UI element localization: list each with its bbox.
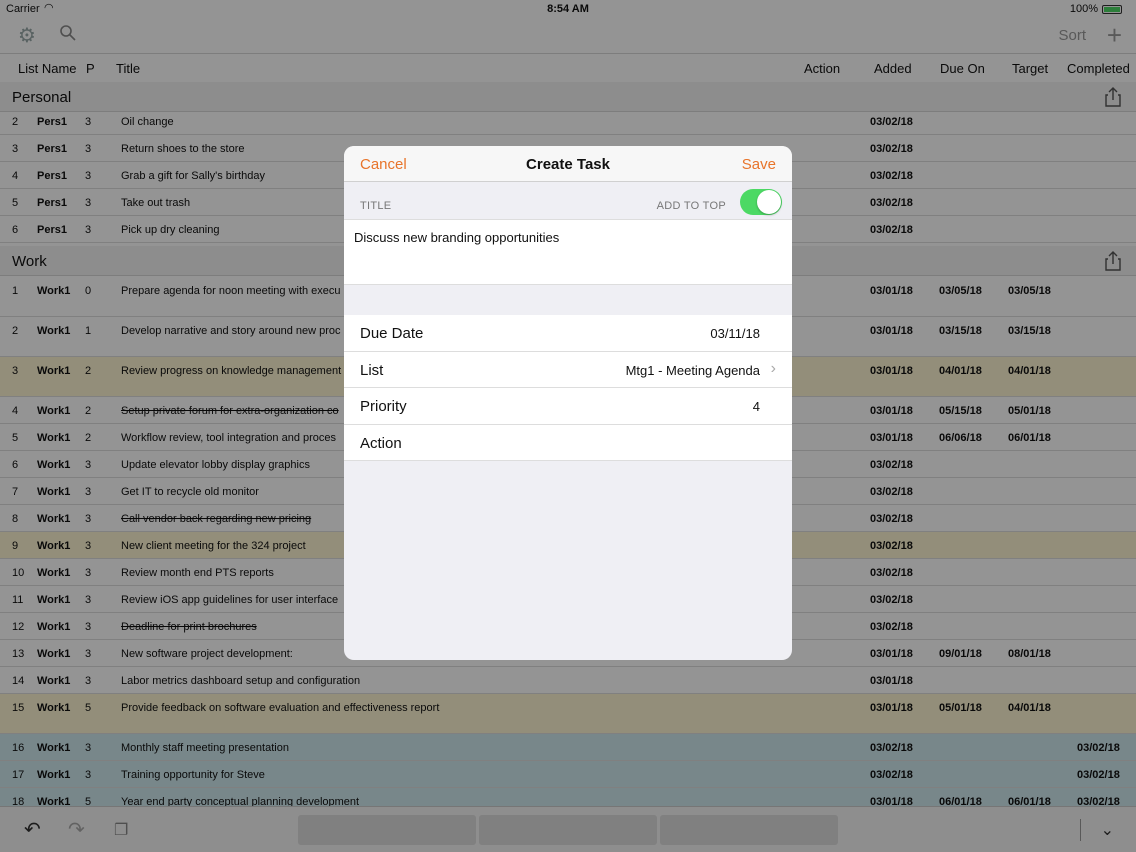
due-date-label: Due Date	[360, 325, 424, 342]
title-input[interactable]: Discuss new branding opportunities	[344, 219, 792, 285]
title-label-row: TITLE ADD TO TOP	[344, 182, 792, 219]
action-label: Action	[360, 434, 402, 452]
priority-field[interactable]: Priority 4	[344, 388, 792, 425]
dialog-header: Cancel Create Task Save	[344, 146, 792, 182]
title-label: TITLE	[360, 200, 392, 212]
add-to-top-toggle[interactable]	[740, 189, 782, 215]
list-field[interactable]: List Mtg1 - Meeting Agenda ›	[344, 351, 792, 388]
priority-label: Priority	[360, 398, 407, 415]
save-button[interactable]: Save	[742, 156, 776, 173]
dialog-title: Create Task	[526, 156, 610, 173]
chevron-right-icon: ›	[770, 359, 776, 377]
add-to-top-label: ADD TO TOP	[656, 200, 726, 212]
list-value: Mtg1 - Meeting Agenda	[625, 362, 760, 378]
priority-value: 4	[752, 399, 760, 414]
action-field[interactable]: Action	[344, 424, 792, 461]
due-date-field[interactable]: Due Date 03/11/18	[344, 315, 792, 352]
due-date-value: 03/11/18	[710, 326, 760, 341]
list-label: List	[360, 361, 384, 379]
title-input-value: Discuss new branding opportunities	[354, 230, 560, 245]
create-task-dialog: Cancel Create Task Save TITLE ADD TO TOP…	[344, 146, 792, 660]
